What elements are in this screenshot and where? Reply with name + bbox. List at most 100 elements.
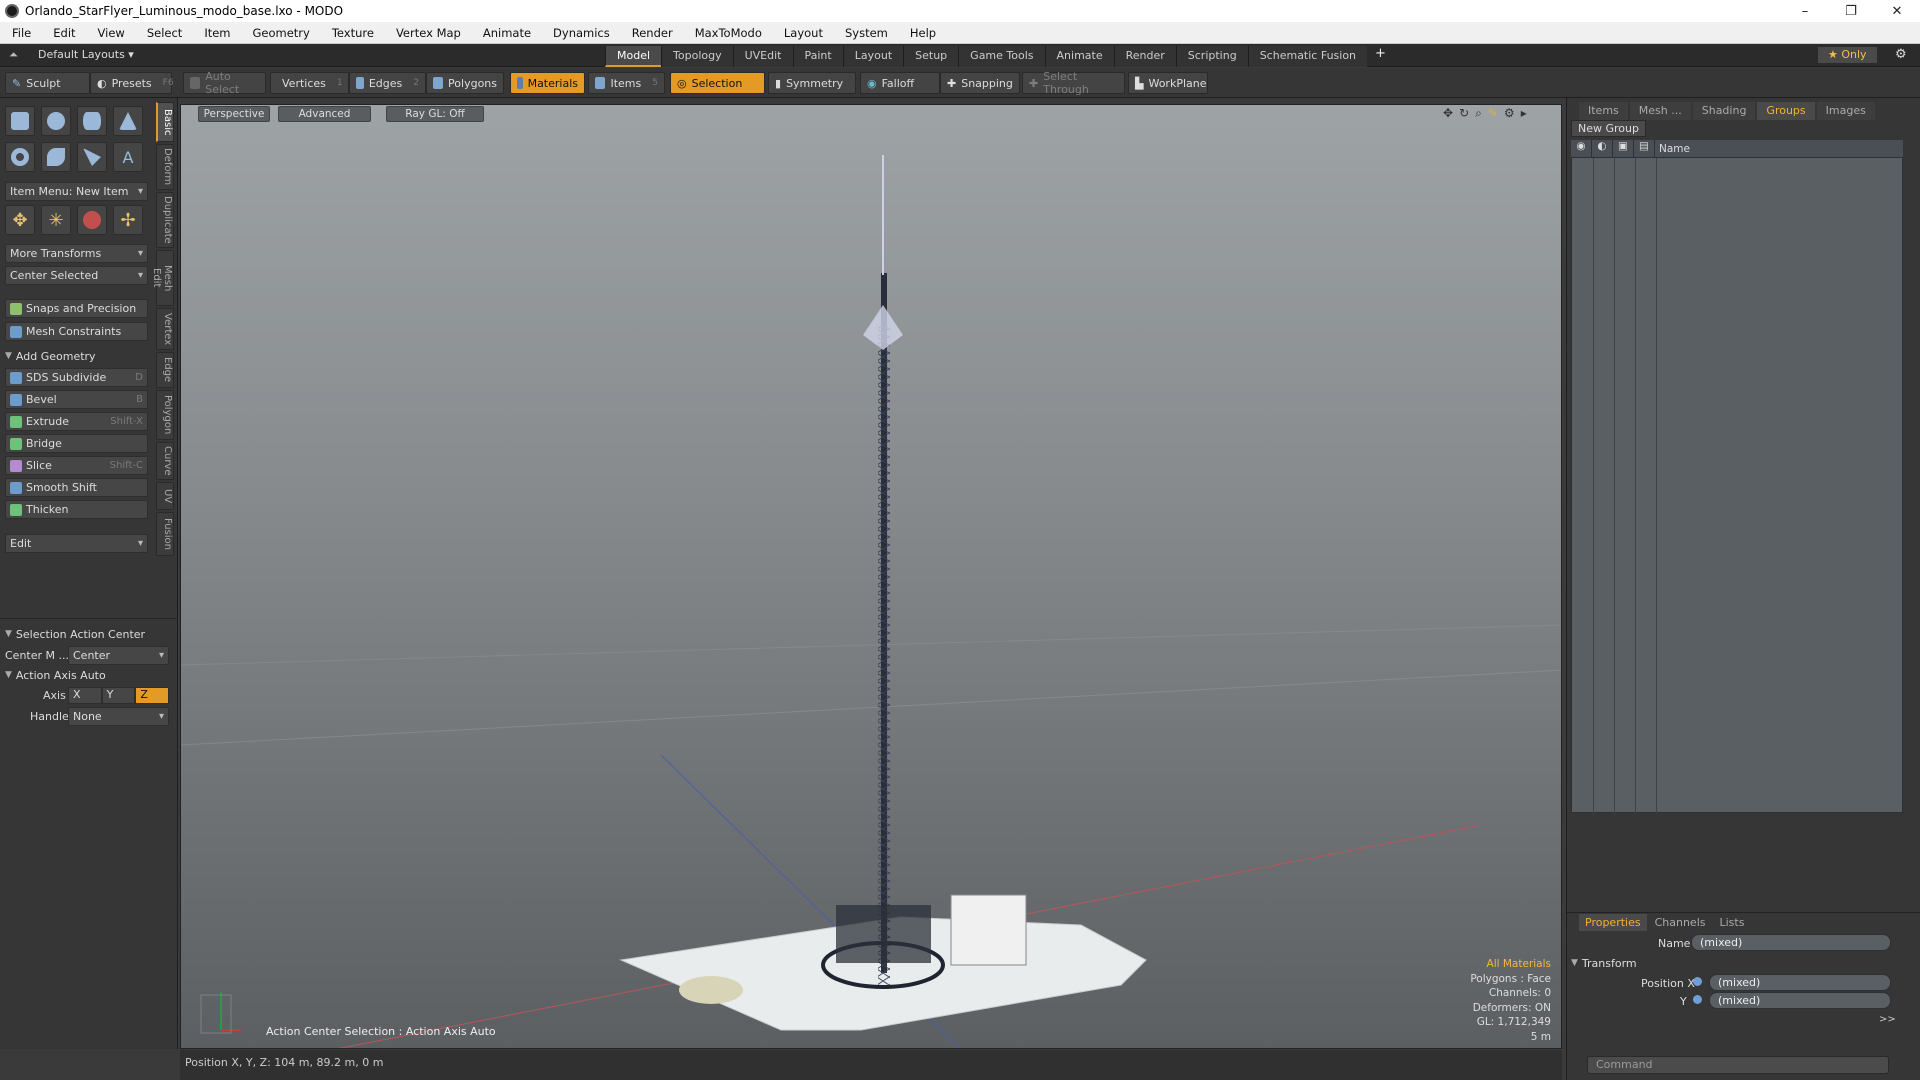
selection-action-center-header[interactable]: ▼ Selection Action Center xyxy=(5,625,175,643)
slice-button[interactable]: Slice Shift-C xyxy=(5,456,148,475)
tab-groups[interactable]: Groups xyxy=(1757,102,1815,120)
center-mode-dropdown[interactable]: Center xyxy=(68,646,169,665)
extrude-button[interactable]: Extrude Shift-X xyxy=(5,412,148,431)
menu-animate[interactable]: Animate xyxy=(471,26,541,40)
menu-help[interactable]: Help xyxy=(898,26,946,40)
tab-shading[interactable]: Shading xyxy=(1692,102,1756,120)
select-toggle-icon[interactable]: ▤ xyxy=(1634,140,1655,157)
tab-layout[interactable]: Layout xyxy=(842,46,904,67)
tab-topology[interactable]: Topology xyxy=(661,46,733,67)
menu-edit[interactable]: Edit xyxy=(41,26,85,40)
menu-select[interactable]: Select xyxy=(135,26,192,40)
symmetry-button[interactable]: ▮ Symmetry xyxy=(768,72,856,94)
bevel-button[interactable]: Bevel B xyxy=(5,390,148,409)
tab-model[interactable]: Model xyxy=(605,46,662,67)
maximize-button[interactable]: ❐ xyxy=(1828,4,1874,19)
command-input[interactable]: Command xyxy=(1587,1056,1889,1074)
tab-items[interactable]: Items xyxy=(1579,102,1628,120)
vtab-deform[interactable]: Deform xyxy=(156,144,174,190)
torus-icon[interactable] xyxy=(5,142,35,172)
vtab-mesh-edit[interactable]: Mesh Edit xyxy=(151,250,174,306)
new-group-button[interactable]: New Group xyxy=(1571,120,1646,137)
tab-mesh[interactable]: Mesh ... xyxy=(1629,102,1691,120)
polygons-button[interactable]: Polygons xyxy=(426,72,504,94)
menu-view[interactable]: View xyxy=(86,26,135,40)
vtab-duplicate[interactable]: Duplicate xyxy=(156,192,174,248)
vtab-basic[interactable]: Basic xyxy=(156,102,174,142)
menu-system[interactable]: System xyxy=(833,26,898,40)
tab-images[interactable]: Images xyxy=(1816,102,1875,120)
gear-icon[interactable]: ⚙ xyxy=(1895,47,1907,62)
add-layout-tab-button[interactable]: + xyxy=(1367,46,1394,67)
presets-button[interactable]: ◐ Presets F6 xyxy=(90,72,174,94)
center-selected-dropdown[interactable]: Center Selected xyxy=(5,266,148,285)
item-menu-dropdown[interactable]: Item Menu: New Item xyxy=(5,182,148,201)
snaps-precision-button[interactable]: Snaps and Precision xyxy=(5,299,148,318)
vtab-polygon[interactable]: Polygon xyxy=(156,390,174,440)
transform-icon[interactable]: ✢ xyxy=(113,205,143,235)
name-field[interactable]: (mixed) xyxy=(1691,934,1891,951)
menu-maxtomodo[interactable]: MaxToModo xyxy=(683,26,772,40)
materials-button[interactable]: Materials xyxy=(510,72,585,94)
render-toggle-icon[interactable]: ◐ xyxy=(1592,140,1613,157)
menu-layout[interactable]: Layout xyxy=(772,26,833,40)
3d-viewport[interactable]: Perspective Advanced Ray GL: Off ✥ ↻ ⌕ ✎… xyxy=(180,104,1562,1049)
tab-paint[interactable]: Paint xyxy=(792,46,843,67)
edit-dropdown[interactable]: Edit xyxy=(5,534,148,553)
transform-header[interactable]: ▼ Transform xyxy=(1571,954,1714,972)
move-icon[interactable]: ✥ xyxy=(5,205,35,235)
tab-lists[interactable]: Lists xyxy=(1714,914,1751,931)
name-column-header[interactable]: Name xyxy=(1655,143,1690,155)
auto-select-button[interactable]: Auto Select xyxy=(183,70,266,96)
axis-x-button[interactable]: X xyxy=(68,687,102,704)
vtab-vertex[interactable]: Vertex xyxy=(156,308,174,350)
workplane-button[interactable]: ▙ WorkPlane xyxy=(1128,72,1208,94)
cone-icon[interactable] xyxy=(113,106,143,136)
cube-icon[interactable] xyxy=(5,106,35,136)
falloff-button[interactable]: ◉ Falloff xyxy=(860,72,940,94)
curve-icon[interactable] xyxy=(41,142,71,172)
visibility-eye-icon[interactable]: ◉ xyxy=(1571,140,1592,157)
menu-render[interactable]: Render xyxy=(620,26,683,40)
tab-channels[interactable]: Channels xyxy=(1649,914,1712,931)
scale-icon[interactable] xyxy=(77,205,107,235)
vtab-edge[interactable]: Edge xyxy=(156,352,174,388)
keyframe-dot-icon[interactable] xyxy=(1693,977,1702,986)
collapse-icon[interactable]: ⏶ xyxy=(9,48,18,62)
axis-y-button[interactable]: Y xyxy=(101,687,136,704)
tab-uvedit[interactable]: UVEdit xyxy=(732,46,793,67)
vtab-fusion[interactable]: Fusion xyxy=(156,512,174,556)
handle-dropdown[interactable]: None xyxy=(68,707,169,726)
thicken-button[interactable]: Thicken xyxy=(5,500,148,519)
vertices-button[interactable]: Vertices 1 xyxy=(270,72,349,94)
more-properties-button[interactable]: >> xyxy=(1879,1014,1896,1025)
minimize-button[interactable]: – xyxy=(1782,4,1828,19)
sculpt-button[interactable]: ✎ Sculpt xyxy=(5,72,90,94)
menu-file[interactable]: File xyxy=(0,26,41,40)
pen-icon[interactable] xyxy=(77,142,107,172)
add-geometry-header[interactable]: ▼ Add Geometry xyxy=(5,347,148,365)
position-x-field[interactable]: (mixed) xyxy=(1709,974,1891,991)
cylinder-icon[interactable] xyxy=(77,106,107,136)
items-button[interactable]: Items 5 xyxy=(588,72,665,94)
more-transforms-dropdown[interactable]: More Transforms xyxy=(5,244,148,263)
vtab-uv[interactable]: UV xyxy=(156,482,174,510)
sphere-icon[interactable] xyxy=(41,106,71,136)
tab-render[interactable]: Render xyxy=(1113,46,1176,67)
keyframe-dot-icon[interactable] xyxy=(1693,995,1702,1004)
select-through-button[interactable]: ✚ Select Through xyxy=(1022,70,1125,96)
edges-button[interactable]: Edges 2 xyxy=(349,72,426,94)
tab-scripting[interactable]: Scripting xyxy=(1175,46,1248,67)
menu-item[interactable]: Item xyxy=(192,26,240,40)
menu-vertex-map[interactable]: Vertex Map xyxy=(384,26,471,40)
tab-schematic-fusion[interactable]: Schematic Fusion xyxy=(1247,46,1368,67)
position-y-field[interactable]: (mixed) xyxy=(1709,992,1891,1009)
text-icon[interactable]: A xyxy=(113,142,143,172)
bridge-button[interactable]: Bridge xyxy=(5,434,148,453)
rotate-icon[interactable]: ✳ xyxy=(41,205,71,235)
only-toggle[interactable]: ★ Only xyxy=(1818,47,1877,63)
close-button[interactable]: ✕ xyxy=(1874,4,1920,19)
menu-dynamics[interactable]: Dynamics xyxy=(541,26,620,40)
action-axis-header[interactable]: ▼ Action Axis Auto xyxy=(5,666,175,684)
smooth-shift-button[interactable]: Smooth Shift xyxy=(5,478,148,497)
